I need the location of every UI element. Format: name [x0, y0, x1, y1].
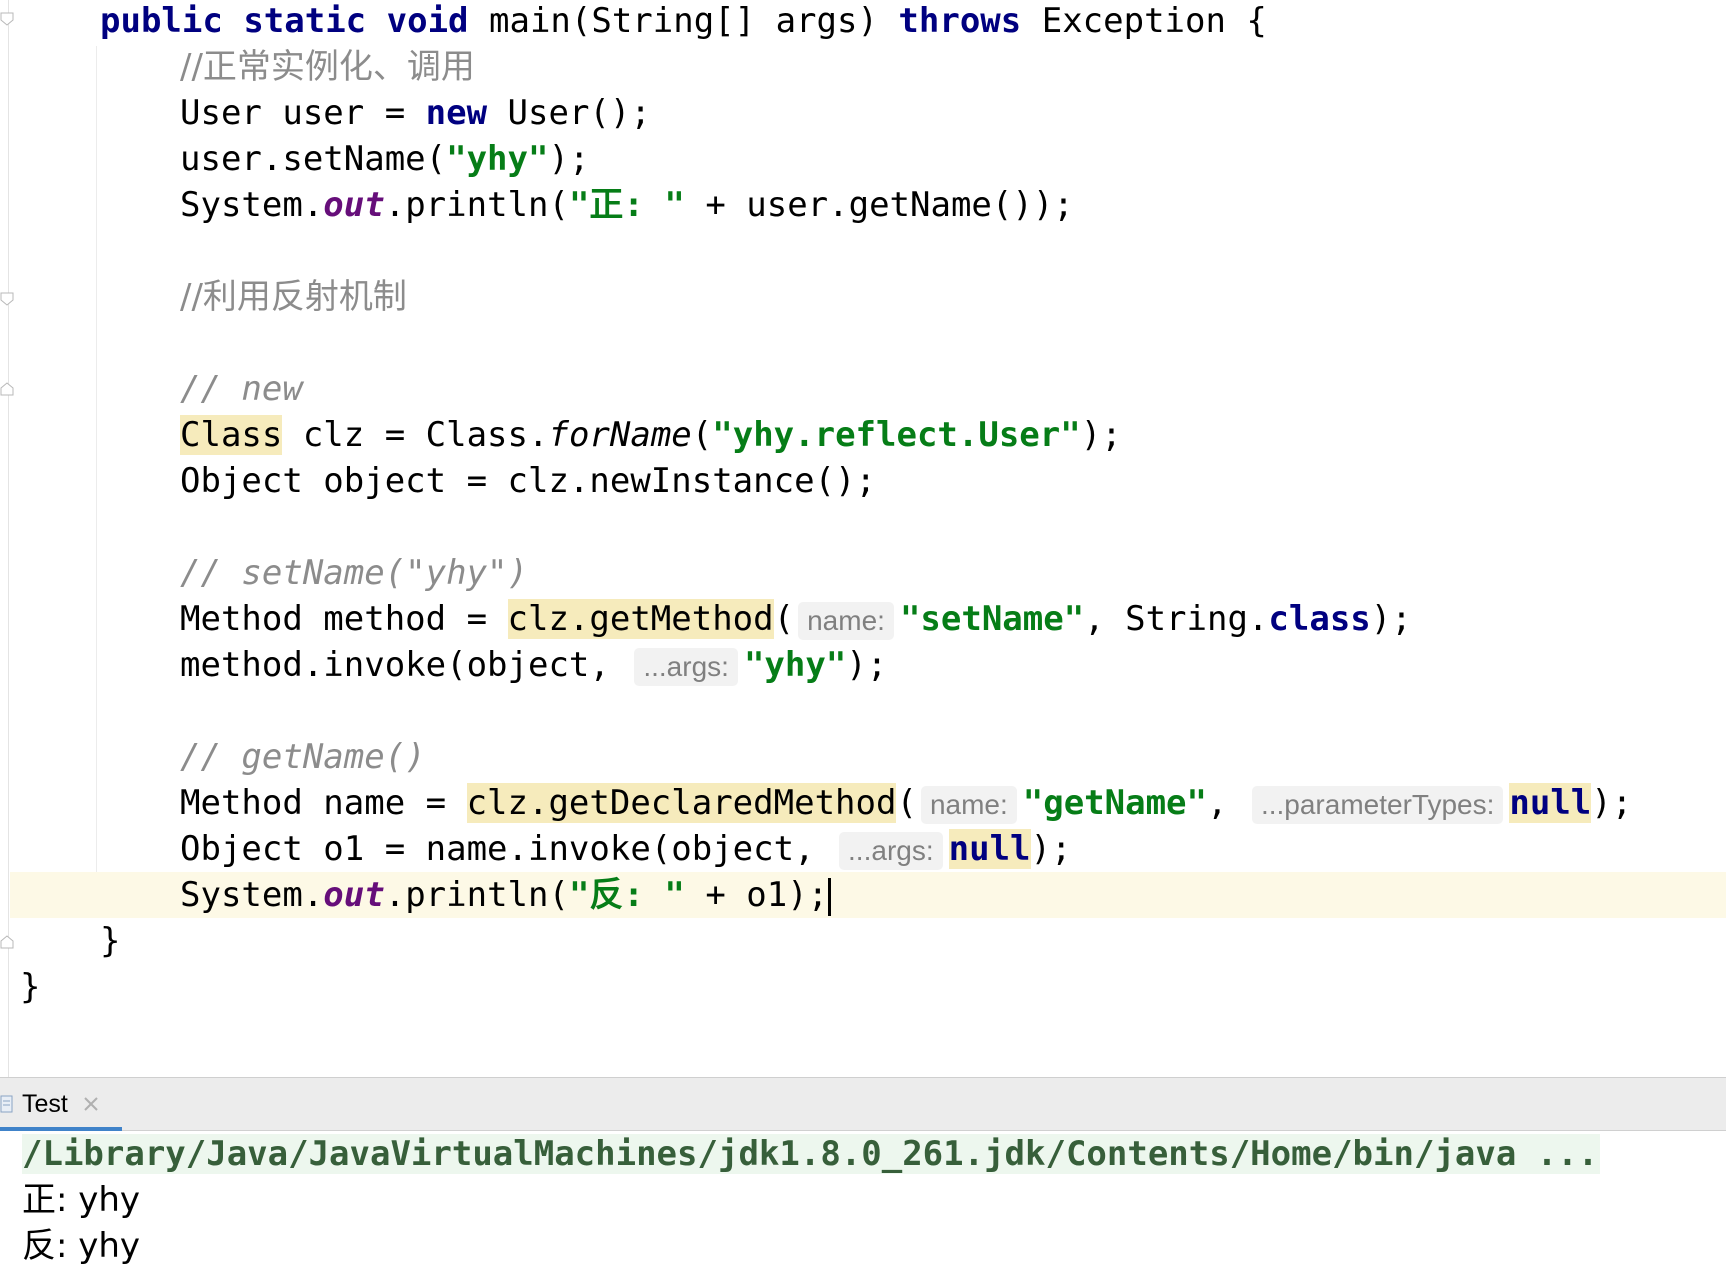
code-line: Class clz = Class.forName("yhy.reflect.U… [180, 415, 1122, 455]
console-output-line: 反: yhy [22, 1226, 141, 1266]
code-comment: // new [180, 369, 303, 409]
run-tool-window: Test /Library/Java/JavaVirtualMachines/j… [0, 1077, 1726, 1280]
fold-marker-icon[interactable] [0, 12, 14, 26]
parameter-hint: name: [798, 601, 894, 640]
code-line: Method name = clz.getDeclaredMethod(name… [180, 783, 1633, 824]
fold-marker-icon[interactable] [0, 935, 14, 949]
code-line: User user = new User(); [180, 93, 651, 133]
run-config-icon [0, 1095, 14, 1117]
code-editor[interactable]: public static void main(String[] args) t… [0, 0, 1726, 1077]
code-line: Object object = clz.newInstance(); [180, 461, 876, 501]
code-comment: // getName() [180, 737, 426, 777]
parameter-hint: ...args: [634, 647, 738, 686]
console-command-line[interactable]: /Library/Java/JavaVirtualMachines/jdk1.8… [22, 1131, 1601, 1177]
code-line: user.setName("yhy"); [180, 139, 590, 179]
usage-highlight: clz.getDeclaredMethod [466, 783, 897, 823]
gutter [8, 0, 9, 1077]
code-line: System.out.println("正: " + user.getName(… [180, 185, 1074, 225]
console-output-line: 正: yhy [22, 1180, 141, 1220]
code-line: } [100, 921, 121, 961]
usage-highlight: clz.getMethod [507, 599, 774, 639]
code-line: Object o1 = name.invoke(object, ...args:… [180, 829, 1072, 870]
code-comment: // setName("yhy") [180, 553, 528, 593]
code-comment: //正常实例化、调用 [180, 47, 475, 87]
code-line: Method method = clz.getMethod(name: "setN… [180, 599, 1412, 640]
indent-guide [96, 46, 97, 916]
code-line-current: System.out.println("反: " + o1); [180, 872, 832, 918]
run-tab-bar: Test [0, 1078, 1726, 1131]
usage-highlight: null [948, 829, 1031, 869]
code-comment: //利用反射机制 [180, 277, 407, 317]
usage-highlight: null [1509, 783, 1592, 823]
text-caret [828, 877, 832, 916]
usage-highlight: Class [180, 415, 283, 455]
tab-label: Test [22, 1090, 68, 1118]
code-line: method.invoke(object, ...args: "yhy"); [180, 645, 888, 686]
parameter-hint: ...args: [839, 831, 943, 870]
fold-marker-icon[interactable] [0, 382, 14, 396]
code-line: } [20, 967, 41, 1007]
parameter-hint: ...parameterTypes: [1251, 785, 1504, 824]
fold-marker-icon[interactable] [0, 292, 14, 306]
parameter-hint: name: [920, 785, 1017, 824]
code-line: public static void main(String[] args) t… [100, 1, 1267, 41]
tab-test[interactable]: Test [0, 1078, 122, 1131]
close-icon[interactable] [82, 1095, 100, 1117]
